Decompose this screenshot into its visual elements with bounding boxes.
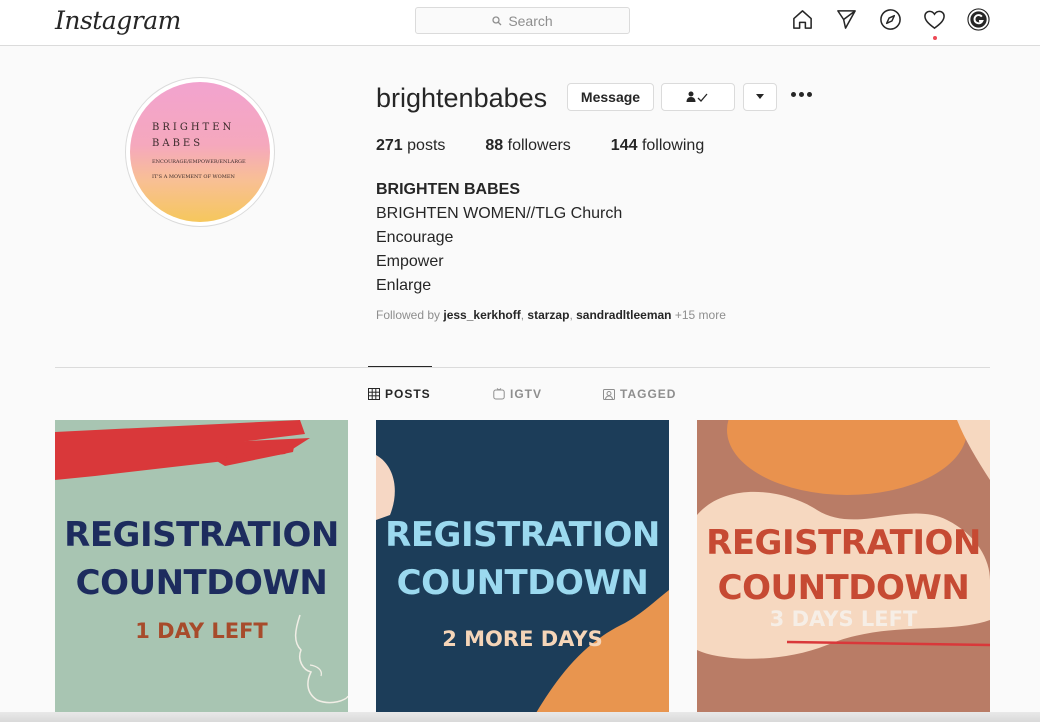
tab-tagged[interactable]: TAGGED	[603, 387, 676, 401]
more-options-icon[interactable]	[791, 92, 812, 97]
following-button[interactable]	[661, 83, 735, 111]
message-button[interactable]: Message	[567, 83, 654, 111]
profile-avatar[interactable]: BRIGHTEN BABES ENCOURAGE/EMPOWER/ENLARGE…	[125, 77, 275, 227]
bio-line: Encourage	[376, 229, 454, 246]
grid-icon	[368, 388, 380, 400]
avatar-text: BRIGHTEN BABES	[152, 122, 235, 149]
igtv-icon	[493, 388, 505, 400]
search-input[interactable]: Search	[415, 7, 630, 34]
post-title-line: COUNTDOWN	[75, 563, 328, 603]
post-thumbnail[interactable]: REGISTRATION COUNTDOWN 1 DAY LEFT	[55, 420, 348, 713]
post-title-line: COUNTDOWN	[717, 568, 970, 608]
post-title-line: COUNTDOWN	[396, 563, 649, 603]
posts-count: 271 posts	[376, 137, 446, 154]
caret-down-icon	[756, 94, 764, 99]
search-icon	[492, 15, 502, 25]
followers-count[interactable]: 88 followers	[485, 137, 570, 155]
post-title-line: REGISTRATION	[64, 515, 339, 555]
post-title-line: REGISTRATION	[385, 515, 660, 555]
window-bottom-edge	[0, 712, 1040, 722]
profile-stats: 271 posts 88 followers 144 following	[376, 137, 744, 155]
following-count[interactable]: 144 following	[611, 137, 704, 155]
bio-name: BRIGHTEN BABES	[376, 181, 521, 198]
activity-icon[interactable]	[923, 8, 946, 40]
bio-line: Empower	[376, 253, 444, 270]
following-check-icon	[686, 91, 708, 102]
direct-icon[interactable]	[835, 8, 858, 31]
avatar-tagline: ENCOURAGE/EMPOWER/ENLARGE	[152, 159, 246, 165]
top-navigation: Instagram Search	[0, 0, 1040, 46]
tabs-divider	[55, 367, 990, 368]
instagram-logo[interactable]: Instagram	[55, 6, 181, 35]
bio-line: BRIGHTEN WOMEN//TLG Church	[376, 205, 623, 222]
profile-bio: BRIGHTEN BABES BRIGHTEN WOMEN//TLG Churc…	[376, 178, 622, 298]
bio-line: Enlarge	[376, 277, 432, 294]
post-subtitle: 1 DAY LEFT	[135, 619, 268, 643]
suggested-dropdown-button[interactable]	[743, 83, 777, 111]
notification-dot	[933, 36, 937, 40]
avatar-subtitle: IT'S A MOVEMENT OF WOMEN	[152, 174, 235, 180]
active-tab-indicator	[368, 366, 432, 367]
post-title-line: REGISTRATION	[706, 523, 981, 563]
explore-icon[interactable]	[879, 8, 902, 31]
search-placeholder: Search	[508, 12, 553, 29]
post-thumbnail[interactable]: REGISTRATION COUNTDOWN 2 MORE DAYS	[376, 420, 669, 713]
home-icon[interactable]	[791, 8, 814, 31]
avatar-image: BRIGHTEN BABES ENCOURAGE/EMPOWER/ENLARGE…	[130, 82, 270, 222]
tab-igtv[interactable]: IGTV	[493, 387, 542, 401]
post-subtitle: 2 MORE DAYS	[442, 627, 603, 651]
tab-posts[interactable]: POSTS	[368, 387, 431, 401]
post-subtitle: 3 DAYS LEFT	[769, 607, 918, 631]
tagged-icon	[603, 389, 615, 400]
profile-username: brightenbabes	[376, 83, 548, 113]
profile-icon[interactable]	[967, 8, 990, 31]
post-thumbnail[interactable]: REGISTRATION COUNTDOWN 3 DAYS LEFT	[697, 420, 990, 713]
post-3-artwork	[697, 420, 990, 659]
followed-by[interactable]: Followed by jess_kerkhoff, starzap, sand…	[376, 308, 726, 322]
